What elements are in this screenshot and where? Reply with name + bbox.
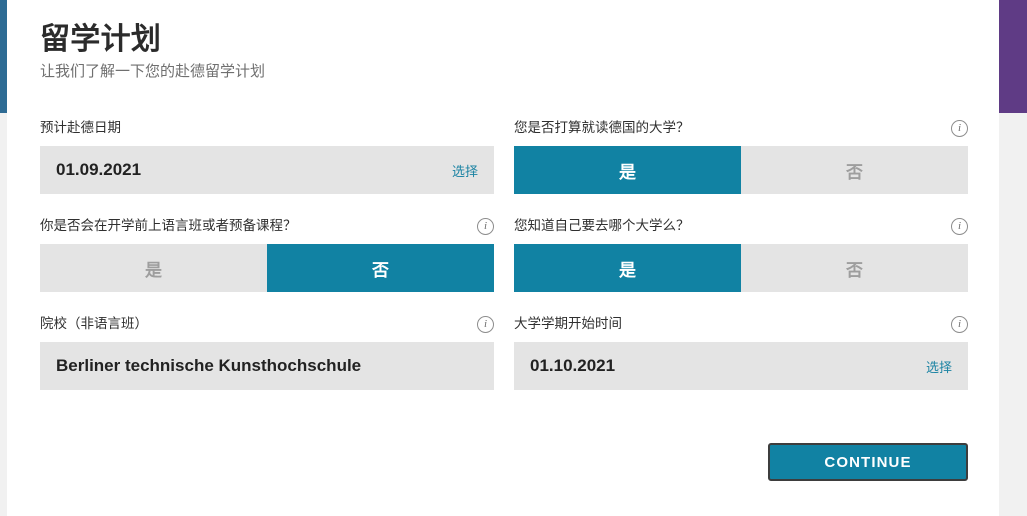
- field-label: 你是否会在开学前上语言班或者预备课程？: [40, 218, 297, 233]
- field-label: 您知道自己要去哪个大学么？: [514, 218, 690, 233]
- attend-university-yes[interactable]: 是: [514, 146, 741, 194]
- language-course-toggle: 是 否: [40, 244, 494, 292]
- field-label: 大学学期开始时间: [514, 316, 622, 331]
- institution-input[interactable]: Berliner technische Kunsthochschule: [40, 342, 494, 390]
- field-arrival-date: 预计赴德日期 i 01.09.2021 选择: [40, 118, 494, 194]
- know-university-yes[interactable]: 是: [514, 244, 741, 292]
- info-icon[interactable]: i: [951, 119, 968, 137]
- form-footer: CONTINUE: [40, 443, 968, 481]
- info-icon[interactable]: i: [477, 217, 494, 235]
- continue-button[interactable]: CONTINUE: [768, 443, 968, 481]
- arrival-date-input[interactable]: 01.09.2021 选择: [40, 146, 494, 194]
- language-course-yes[interactable]: 是: [40, 244, 267, 292]
- info-icon[interactable]: i: [951, 315, 968, 333]
- semester-start-choose-link[interactable]: 选择: [926, 357, 952, 376]
- semester-start-input[interactable]: 01.10.2021 选择: [514, 342, 968, 390]
- field-label: 您是否打算就读德国的大学？: [514, 120, 690, 135]
- left-accent-bar: [0, 0, 7, 113]
- know-university-toggle: 是 否: [514, 244, 968, 292]
- semester-start-value: 01.10.2021: [530, 356, 616, 375]
- field-attend-university: 您是否打算就读德国的大学？ i 是 否: [514, 118, 968, 194]
- field-label: 院校（非语言班）: [40, 316, 148, 331]
- right-accent-bar: [999, 0, 1027, 113]
- form-row: 预计赴德日期 i 01.09.2021 选择 您是否打算就读德国的大学？ i: [40, 118, 968, 194]
- field-know-university: 您知道自己要去哪个大学么？ i 是 否: [514, 216, 968, 292]
- attend-university-toggle: 是 否: [514, 146, 968, 194]
- language-course-no[interactable]: 否: [267, 244, 494, 292]
- arrival-date-choose-link[interactable]: 选择: [452, 161, 478, 180]
- attend-university-no[interactable]: 否: [741, 146, 968, 194]
- field-language-course: 你是否会在开学前上语言班或者预备课程？ i 是 否: [40, 216, 494, 292]
- info-icon[interactable]: i: [951, 217, 968, 235]
- app-screen: 留学计划 让我们了解一下您的赴德留学计划 预计赴德日期 i 01.09.2021…: [0, 0, 1027, 516]
- form-card: 留学计划 让我们了解一下您的赴德留学计划 预计赴德日期 i 01.09.2021…: [7, 0, 999, 516]
- form-row: 院校（非语言班） i Berliner technische Kunsthoch…: [40, 314, 968, 390]
- form-grid: 预计赴德日期 i 01.09.2021 选择 您是否打算就读德国的大学？ i: [40, 118, 968, 390]
- institution-value: Berliner technische Kunsthochschule: [56, 356, 362, 375]
- arrival-date-value: 01.09.2021: [56, 160, 142, 179]
- page-subtitle: 让我们了解一下您的赴德留学计划: [40, 63, 266, 80]
- field-institution: 院校（非语言班） i Berliner technische Kunsthoch…: [40, 314, 494, 390]
- info-icon[interactable]: i: [477, 315, 494, 333]
- form-row: 你是否会在开学前上语言班或者预备课程？ i 是 否 您知道自己要去哪个大学么？ …: [40, 216, 968, 292]
- know-university-no[interactable]: 否: [741, 244, 968, 292]
- page-title: 留学计划: [40, 23, 162, 56]
- field-semester-start: 大学学期开始时间 i 01.10.2021 选择: [514, 314, 968, 390]
- field-label: 预计赴德日期: [40, 120, 121, 135]
